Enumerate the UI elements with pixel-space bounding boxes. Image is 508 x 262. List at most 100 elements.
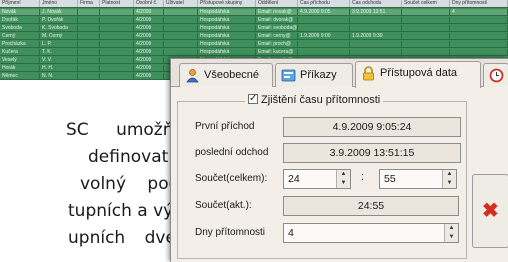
grid-cell [100, 9, 134, 15]
last-departure-field: 3.9.2009 13:51:15 [283, 143, 461, 163]
grid-cell [402, 9, 450, 15]
grid-cell: 4/2009 [134, 65, 164, 71]
last-departure-label: poslední odchod [195, 147, 269, 158]
article-line: tupních a vý- [68, 201, 180, 221]
grid-cell: Email: svoboda@ [258, 25, 298, 31]
spin-down-icon[interactable]: ▼ [443, 179, 456, 188]
grid-cell [450, 17, 508, 23]
grid-header-cell: Oddělení [256, 0, 298, 7]
grid-cell: 1.9.2009 9:30 [350, 33, 402, 39]
tab-commands[interactable]: Příkazy [275, 63, 353, 87]
presence-days-spinner[interactable]: 4 ▲ ▼ [283, 223, 459, 243]
grid-cell: 4 [450, 9, 508, 15]
user-icon [186, 69, 199, 83]
tab-general[interactable]: Všeobecné [179, 63, 273, 87]
minutes-spin-buttons[interactable]: ▲ ▼ [442, 170, 456, 188]
grid-cell [78, 57, 100, 63]
grid-cell: 4/2009 [134, 57, 164, 63]
grid-cell: 4.9.2009 9:05 [298, 9, 350, 15]
grid-cell: Svoboda [0, 25, 40, 31]
current-sum-field: 24:55 [283, 196, 459, 216]
total-minutes-spinner[interactable]: 55 ▲ ▼ [379, 169, 457, 189]
first-arrival-label: První příchod [195, 121, 255, 132]
grid-cell [350, 49, 402, 55]
grid-cell [350, 17, 402, 23]
grid-cell [78, 9, 100, 15]
spin-down-icon[interactable]: ▼ [337, 179, 350, 188]
commands-icon [281, 69, 296, 82]
grid-cell: Hospodářská [198, 9, 256, 15]
grid-header-cell: Jméno [40, 0, 78, 7]
grid-header-cell: Čas příchodu [298, 0, 350, 7]
grid-cell: Hospodářská [198, 17, 256, 23]
grid-cell: L. P. [40, 41, 78, 47]
grid-cell [164, 41, 198, 47]
grid-cell: J. Novák [40, 9, 78, 15]
grid-cell: 4/2009 [134, 73, 164, 79]
first-arrival-field: 4.9.2009 9:05:24 [283, 117, 461, 137]
grid-header-row[interactable]: Příjmení Jméno Firma Platnost Osobní č. Uživa… [0, 0, 508, 8]
grid-cell: Kučera [0, 49, 40, 55]
grid-cell: Email: novak@ [256, 9, 298, 15]
person-detail-dialog: Všeobecné Příkazy Přístupová data ✓Zjišt… [170, 58, 508, 262]
grid-cell: Hospodářská [198, 41, 256, 47]
spin-up-icon[interactable]: ▲ [443, 170, 456, 179]
grid-cell [100, 73, 134, 79]
grid-cell [350, 41, 402, 47]
checkbox-checked-icon[interactable] [248, 91, 258, 107]
grid-cell: Email: proch@ [256, 41, 298, 47]
table-row[interactable]: Dvořák P. Dvořák 4/2009 Hospodářská Email: d… [0, 17, 508, 24]
spin-down-icon[interactable]: ▼ [445, 233, 458, 242]
grid-header-cell: Čas odchodu [350, 0, 402, 7]
total-hours-spinner[interactable]: 24 ▲ ▼ [283, 169, 351, 189]
grid-cell [450, 33, 508, 39]
grid-header-cell: Platnost [100, 0, 134, 7]
grid-header-cell: Firma [78, 0, 100, 7]
grid-cell [164, 33, 198, 39]
group-title: Zjištění času přítomnosti [261, 94, 381, 106]
grid-cell [298, 17, 350, 23]
grid-cell [164, 25, 198, 31]
reset-button[interactable]: ✖ [472, 174, 508, 248]
table-row[interactable]: Procházka L. P. 4/2009 Hospodářská Email: pr… [0, 41, 508, 48]
tab-access-data[interactable]: Přístupová data [355, 61, 481, 88]
spin-up-icon[interactable]: ▲ [445, 224, 458, 233]
spin-up-icon[interactable]: ▲ [337, 170, 350, 179]
grid-cell [164, 9, 198, 15]
grid-cell: T. K. [40, 49, 78, 55]
table-row[interactable]: Svoboda K. Svoboda 4/2009 Hospodářská Email:… [0, 25, 508, 32]
total-minutes-value: 55 [384, 173, 396, 185]
grid-cell: Dvořák [0, 17, 40, 23]
grid-cell [78, 65, 100, 71]
grid-header-cell: Osobní č. [134, 0, 164, 7]
table-row[interactable]: Novák J. Novák 4/2009 Hospodářská Email: nov… [0, 9, 508, 16]
attendance-toggle[interactable]: Zjištění času přítomnosti [245, 91, 384, 108]
grid-cell: 4/2009 [134, 9, 164, 15]
grid-cell: K. Svoboda [40, 25, 78, 31]
grid-cell [78, 25, 100, 31]
grid-cell [450, 25, 508, 31]
grid-cell: Němec [0, 73, 40, 79]
grid-cell [450, 41, 508, 47]
grid-cell: 1.9.2009 9:00 [298, 33, 350, 39]
table-row[interactable]: Kučera T. K. 4/2009 Hospodářská Email: kucer… [0, 49, 508, 56]
grid-cell: P. Dvořák [40, 17, 78, 23]
grid-cell [298, 25, 350, 31]
hours-spin-buttons[interactable]: ▲ ▼ [336, 170, 350, 188]
tab-attendance[interactable] [483, 63, 508, 87]
grid-cell: Email: dvorak@ [256, 17, 298, 23]
presence-days-label: Dny přítomnosti [195, 227, 266, 238]
grid-cell [78, 41, 100, 47]
grid-cell: Horák [0, 65, 40, 71]
grid-cell [402, 41, 450, 47]
grid-cell: Novák [0, 9, 40, 15]
grid-header-cell: Součet celkem [402, 0, 450, 7]
grid-cell: H. H. [40, 65, 78, 71]
grid-cell [100, 25, 134, 31]
table-row[interactable]: Černý M. Černý 4/2009 Hospodářská Email: cer… [0, 33, 508, 40]
grid-header-cell: Přístupové skupiny [198, 0, 256, 7]
grid-cell [100, 49, 134, 55]
grid-cell [78, 17, 100, 23]
days-spin-buttons[interactable]: ▲ ▼ [444, 224, 458, 242]
grid-cell [402, 33, 450, 39]
